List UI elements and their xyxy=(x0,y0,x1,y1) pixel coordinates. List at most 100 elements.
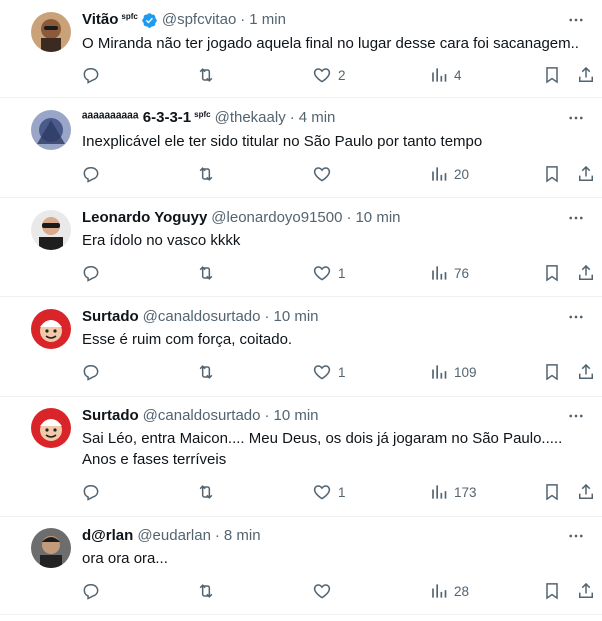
tweet-actions: 2 4 xyxy=(0,64,602,86)
views-count: 109 xyxy=(454,364,477,380)
name-suffix: spfc xyxy=(194,110,211,119)
views-count: 20 xyxy=(454,166,470,182)
reply-button[interactable] xyxy=(81,163,101,185)
reply-tweet[interactable]: Surtado @canaldosurtado · 10 min Sai Léo… xyxy=(0,397,602,517)
avatar[interactable] xyxy=(31,12,71,52)
bookmark-icon xyxy=(546,67,558,84)
like-count: 2 xyxy=(338,67,346,83)
reply-tweet[interactable]: ᵃᵃᵃᵃᵃᵃᵃᵃᵃᵃ 6-3-3-1 spfc @thekaaly · 4 mi… xyxy=(0,98,602,198)
reply-tweet[interactable]: Leonardo Yoguyy @leonardoyo91500 · 10 mi… xyxy=(0,198,602,297)
views-button[interactable]: 109 xyxy=(428,361,477,383)
share-button[interactable] xyxy=(576,64,596,86)
avatar[interactable] xyxy=(31,210,71,250)
reply-icon xyxy=(83,167,99,183)
share-button[interactable] xyxy=(576,361,596,383)
like-button[interactable] xyxy=(312,163,338,185)
like-button[interactable]: 2 xyxy=(312,64,346,86)
reply-button[interactable] xyxy=(81,481,101,503)
views-button[interactable]: 76 xyxy=(428,262,469,284)
bookmark-button[interactable] xyxy=(542,580,562,602)
reply-button[interactable] xyxy=(81,580,101,602)
repost-button[interactable] xyxy=(196,64,216,86)
share-button[interactable] xyxy=(576,481,596,503)
timestamp[interactable]: 1 min xyxy=(249,10,286,30)
avatar[interactable] xyxy=(31,408,71,448)
handle[interactable]: @canaldosurtado xyxy=(143,406,261,426)
heart-icon xyxy=(313,167,331,182)
display-name[interactable]: Leonardo Yoguyy xyxy=(82,208,207,228)
avatar[interactable] xyxy=(31,528,71,568)
like-button[interactable] xyxy=(312,580,338,602)
share-icon xyxy=(579,582,593,598)
heart-icon xyxy=(313,68,331,83)
tweet-text: Era ídolo no vasco kkkk xyxy=(82,232,241,249)
repost-icon xyxy=(199,584,213,598)
share-button[interactable] xyxy=(576,580,596,602)
views-count: 4 xyxy=(454,67,462,83)
bookmark-button[interactable] xyxy=(542,481,562,503)
share-button[interactable] xyxy=(576,163,596,185)
bookmark-button[interactable] xyxy=(542,163,562,185)
handle[interactable]: @spfcvitao xyxy=(162,10,236,30)
repost-button[interactable] xyxy=(196,361,216,383)
like-button[interactable]: 1 xyxy=(312,481,346,503)
more-options-icon[interactable] xyxy=(566,526,586,546)
avatar[interactable] xyxy=(31,110,71,150)
separator: · xyxy=(264,308,270,325)
reply-button[interactable] xyxy=(81,361,101,383)
tweet-actions: 1 76 xyxy=(0,262,602,284)
reply-icon xyxy=(83,68,99,84)
display-name[interactable]: Surtado xyxy=(82,406,139,426)
display-name[interactable]: ᵃᵃᵃᵃᵃᵃᵃᵃᵃᵃ 6-3-3-1 xyxy=(82,108,191,128)
display-name[interactable]: d@rlan xyxy=(82,526,133,546)
more-options-icon[interactable] xyxy=(566,406,586,426)
views-button[interactable]: 20 xyxy=(428,163,469,185)
like-button[interactable]: 1 xyxy=(312,361,346,383)
reply-tweet[interactable]: Surtado @canaldosurtado · 10 min Esse é … xyxy=(0,297,602,397)
timestamp[interactable]: 10 min xyxy=(273,406,318,426)
reply-tweet[interactable]: Vitão spfc @spfcvitao · 1 min O Miranda … xyxy=(0,0,602,98)
bookmark-button[interactable] xyxy=(542,262,562,284)
verified-badge-icon xyxy=(141,12,158,29)
separator: · xyxy=(240,11,246,28)
repost-button[interactable] xyxy=(196,580,216,602)
more-options-icon[interactable] xyxy=(566,10,586,30)
reply-icon xyxy=(83,584,99,600)
views-button[interactable]: 28 xyxy=(428,580,469,602)
more-options-icon[interactable] xyxy=(566,208,586,228)
display-name[interactable]: Vitão xyxy=(82,10,118,30)
display-name[interactable]: Surtado xyxy=(82,307,139,327)
tweet-text: ora ora ora... xyxy=(82,550,168,567)
tweet-actions: 28 xyxy=(0,580,602,602)
reply-tweet[interactable]: d@rlan @eudarlan · 8 min ora ora ora... … xyxy=(0,517,602,615)
timestamp[interactable]: 4 min xyxy=(299,108,336,128)
views-icon xyxy=(432,584,447,598)
share-icon xyxy=(579,165,593,181)
repost-button[interactable] xyxy=(196,262,216,284)
more-options-icon[interactable] xyxy=(566,108,586,128)
share-icon xyxy=(579,66,593,82)
reply-button[interactable] xyxy=(81,262,101,284)
views-count: 28 xyxy=(454,583,470,599)
timestamp[interactable]: 8 min xyxy=(224,526,261,546)
repost-button[interactable] xyxy=(196,481,216,503)
views-button[interactable]: 4 xyxy=(428,64,462,86)
more-options-icon[interactable] xyxy=(566,307,586,327)
bookmark-button[interactable] xyxy=(542,64,562,86)
handle[interactable]: @canaldosurtado xyxy=(143,307,261,327)
tweet-actions: 20 xyxy=(0,163,602,185)
handle[interactable]: @eudarlan xyxy=(137,526,211,546)
views-button[interactable]: 173 xyxy=(428,481,477,503)
handle[interactable]: @leonardoyo91500 xyxy=(211,208,342,228)
tweet-actions: 1 173 xyxy=(0,481,602,503)
share-button[interactable] xyxy=(576,262,596,284)
bookmark-button[interactable] xyxy=(542,361,562,383)
avatar[interactable] xyxy=(31,309,71,349)
repost-button[interactable] xyxy=(196,163,216,185)
like-button[interactable]: 1 xyxy=(312,262,346,284)
reply-button[interactable] xyxy=(81,64,101,86)
timestamp[interactable]: 10 min xyxy=(355,208,400,228)
handle[interactable]: @thekaaly xyxy=(215,108,286,128)
timestamp[interactable]: 10 min xyxy=(273,307,318,327)
separator: · xyxy=(264,407,270,424)
